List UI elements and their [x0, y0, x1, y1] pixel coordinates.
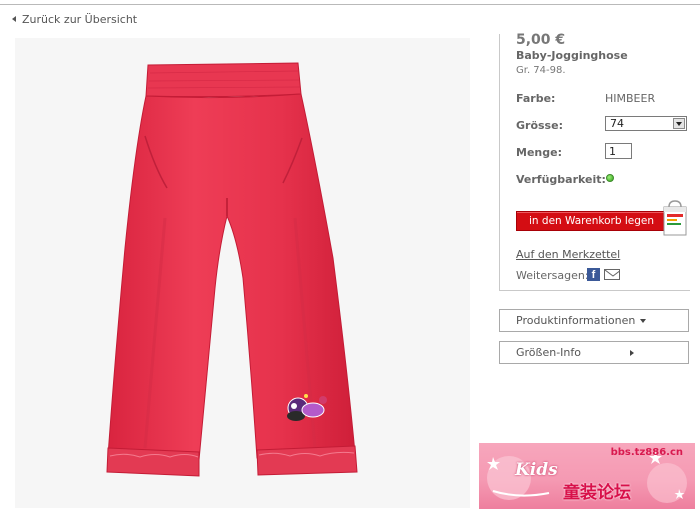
availability-label: Verfügbarkeit:: [516, 173, 606, 186]
size-select[interactable]: 74: [605, 116, 687, 131]
watermark-title: 童装论坛: [563, 483, 631, 503]
chevron-down-icon[interactable]: [673, 118, 685, 129]
top-border: [0, 4, 700, 5]
watermark-kids: Kids: [515, 460, 558, 480]
share-label: Weitersagen:: [516, 269, 589, 282]
forum-watermark: bbs.tz886.cn Kids 童装论坛: [479, 443, 695, 509]
divider: [499, 290, 690, 291]
product-name: Baby-Jogginghose: [516, 49, 628, 62]
add-to-cart-button[interactable]: in den Warenkorb legen: [516, 211, 665, 231]
wishlist-link[interactable]: Auf den Merkzettel: [516, 248, 620, 261]
product-info-toggle[interactable]: Produktinformationen: [499, 309, 689, 332]
watermark-url: bbs.tz886.cn: [610, 447, 683, 458]
size-info-label: Größen-Info: [516, 346, 581, 359]
chevron-left-icon: [12, 16, 16, 22]
quantity-input[interactable]: [605, 143, 632, 159]
product-price: 5,00 €: [516, 32, 566, 48]
size-selected-value: 74: [610, 117, 624, 130]
size-label: Grösse:: [516, 119, 563, 132]
availability-dot-icon: [606, 174, 614, 182]
chevron-right-icon: [630, 350, 634, 356]
pants-illustration: [106, 62, 358, 477]
color-label: Farbe:: [516, 92, 556, 105]
detail-panel-border: [499, 34, 500, 291]
product-image: [15, 38, 470, 508]
color-value: HIMBEER: [605, 92, 656, 105]
back-link-label: Zurück zur Übersicht: [22, 13, 138, 26]
email-icon[interactable]: [604, 269, 620, 280]
product-info-label: Produktinformationen: [516, 314, 636, 327]
size-info-toggle[interactable]: Größen-Info: [499, 341, 689, 364]
shopping-bag-icon[interactable]: [661, 199, 689, 237]
back-to-overview-link[interactable]: Zurück zur Übersicht: [12, 13, 137, 26]
quantity-label: Menge:: [516, 146, 562, 159]
facebook-icon[interactable]: f: [587, 268, 600, 281]
product-size-range: Gr. 74-98.: [516, 65, 566, 76]
chevron-down-icon: [640, 319, 647, 323]
